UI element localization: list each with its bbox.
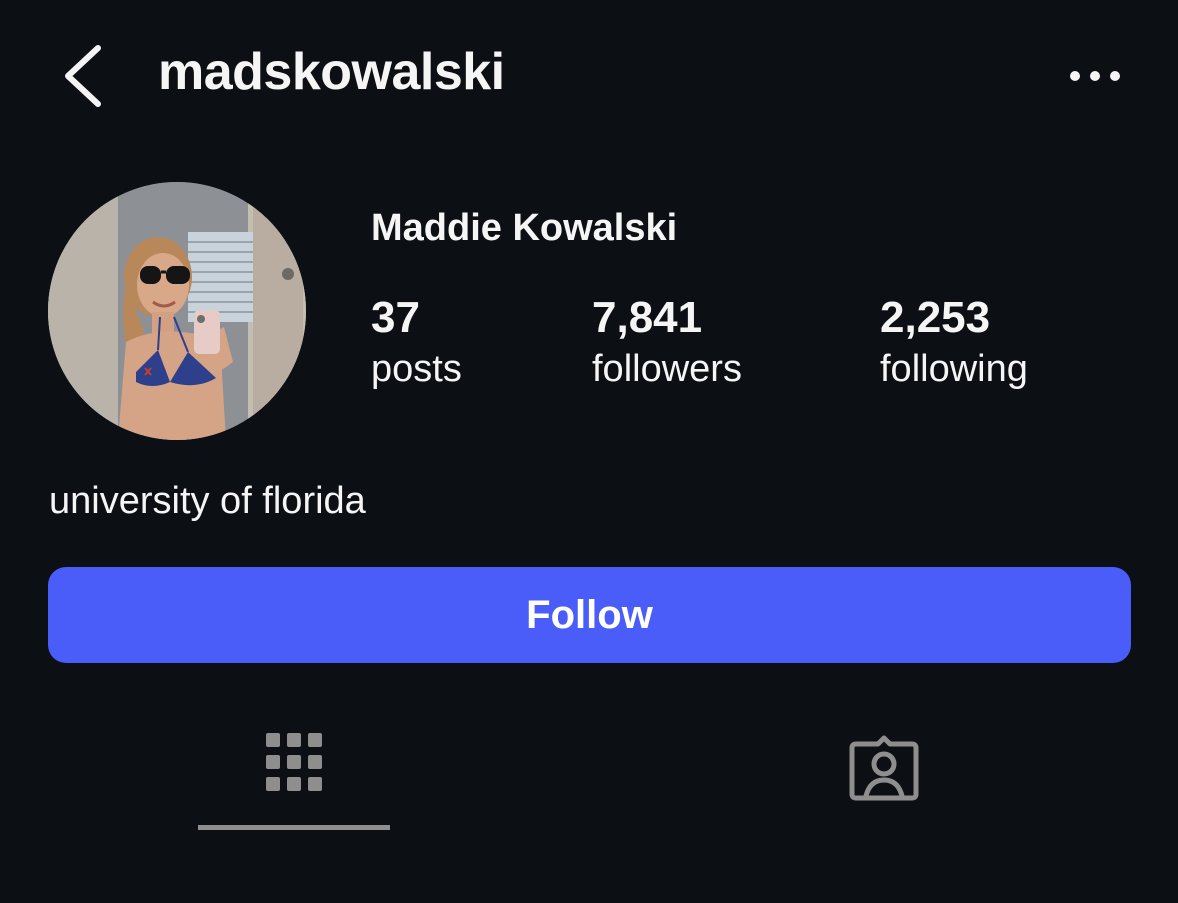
chevron-left-icon bbox=[65, 45, 101, 107]
back-button[interactable] bbox=[60, 40, 110, 112]
posts-label: posts bbox=[371, 348, 462, 390]
more-horizontal-icon bbox=[1070, 71, 1120, 81]
avatar[interactable] bbox=[48, 182, 306, 440]
profile-header: madskowalski bbox=[0, 0, 1178, 150]
posts-stat[interactable]: 37 posts bbox=[371, 292, 462, 394]
posts-count: 37 bbox=[371, 293, 420, 342]
profile-photo bbox=[48, 182, 306, 440]
display-name: Maddie Kowalski bbox=[371, 207, 678, 249]
followers-count: 7,841 bbox=[592, 293, 703, 342]
tagged-person-icon bbox=[849, 735, 919, 801]
profile-page: madskowalski Maddie Kowalski 37 posts 7,… bbox=[0, 0, 1178, 903]
profile-username: madskowalski bbox=[158, 43, 505, 101]
follow-button[interactable]: Follow bbox=[48, 567, 1131, 663]
active-tab-indicator bbox=[198, 825, 390, 830]
tab-tagged[interactable] bbox=[788, 700, 980, 830]
following-label: following bbox=[880, 348, 1028, 390]
following-stat[interactable]: 2,253 following bbox=[880, 292, 1028, 394]
profile-bio: university of florida bbox=[49, 480, 366, 522]
more-options-button[interactable] bbox=[1062, 58, 1128, 94]
followers-label: followers bbox=[592, 348, 742, 390]
tab-posts-grid[interactable] bbox=[198, 700, 390, 830]
followers-stat[interactable]: 7,841 followers bbox=[592, 292, 742, 394]
grid-icon bbox=[266, 733, 322, 791]
following-count: 2,253 bbox=[880, 293, 991, 342]
